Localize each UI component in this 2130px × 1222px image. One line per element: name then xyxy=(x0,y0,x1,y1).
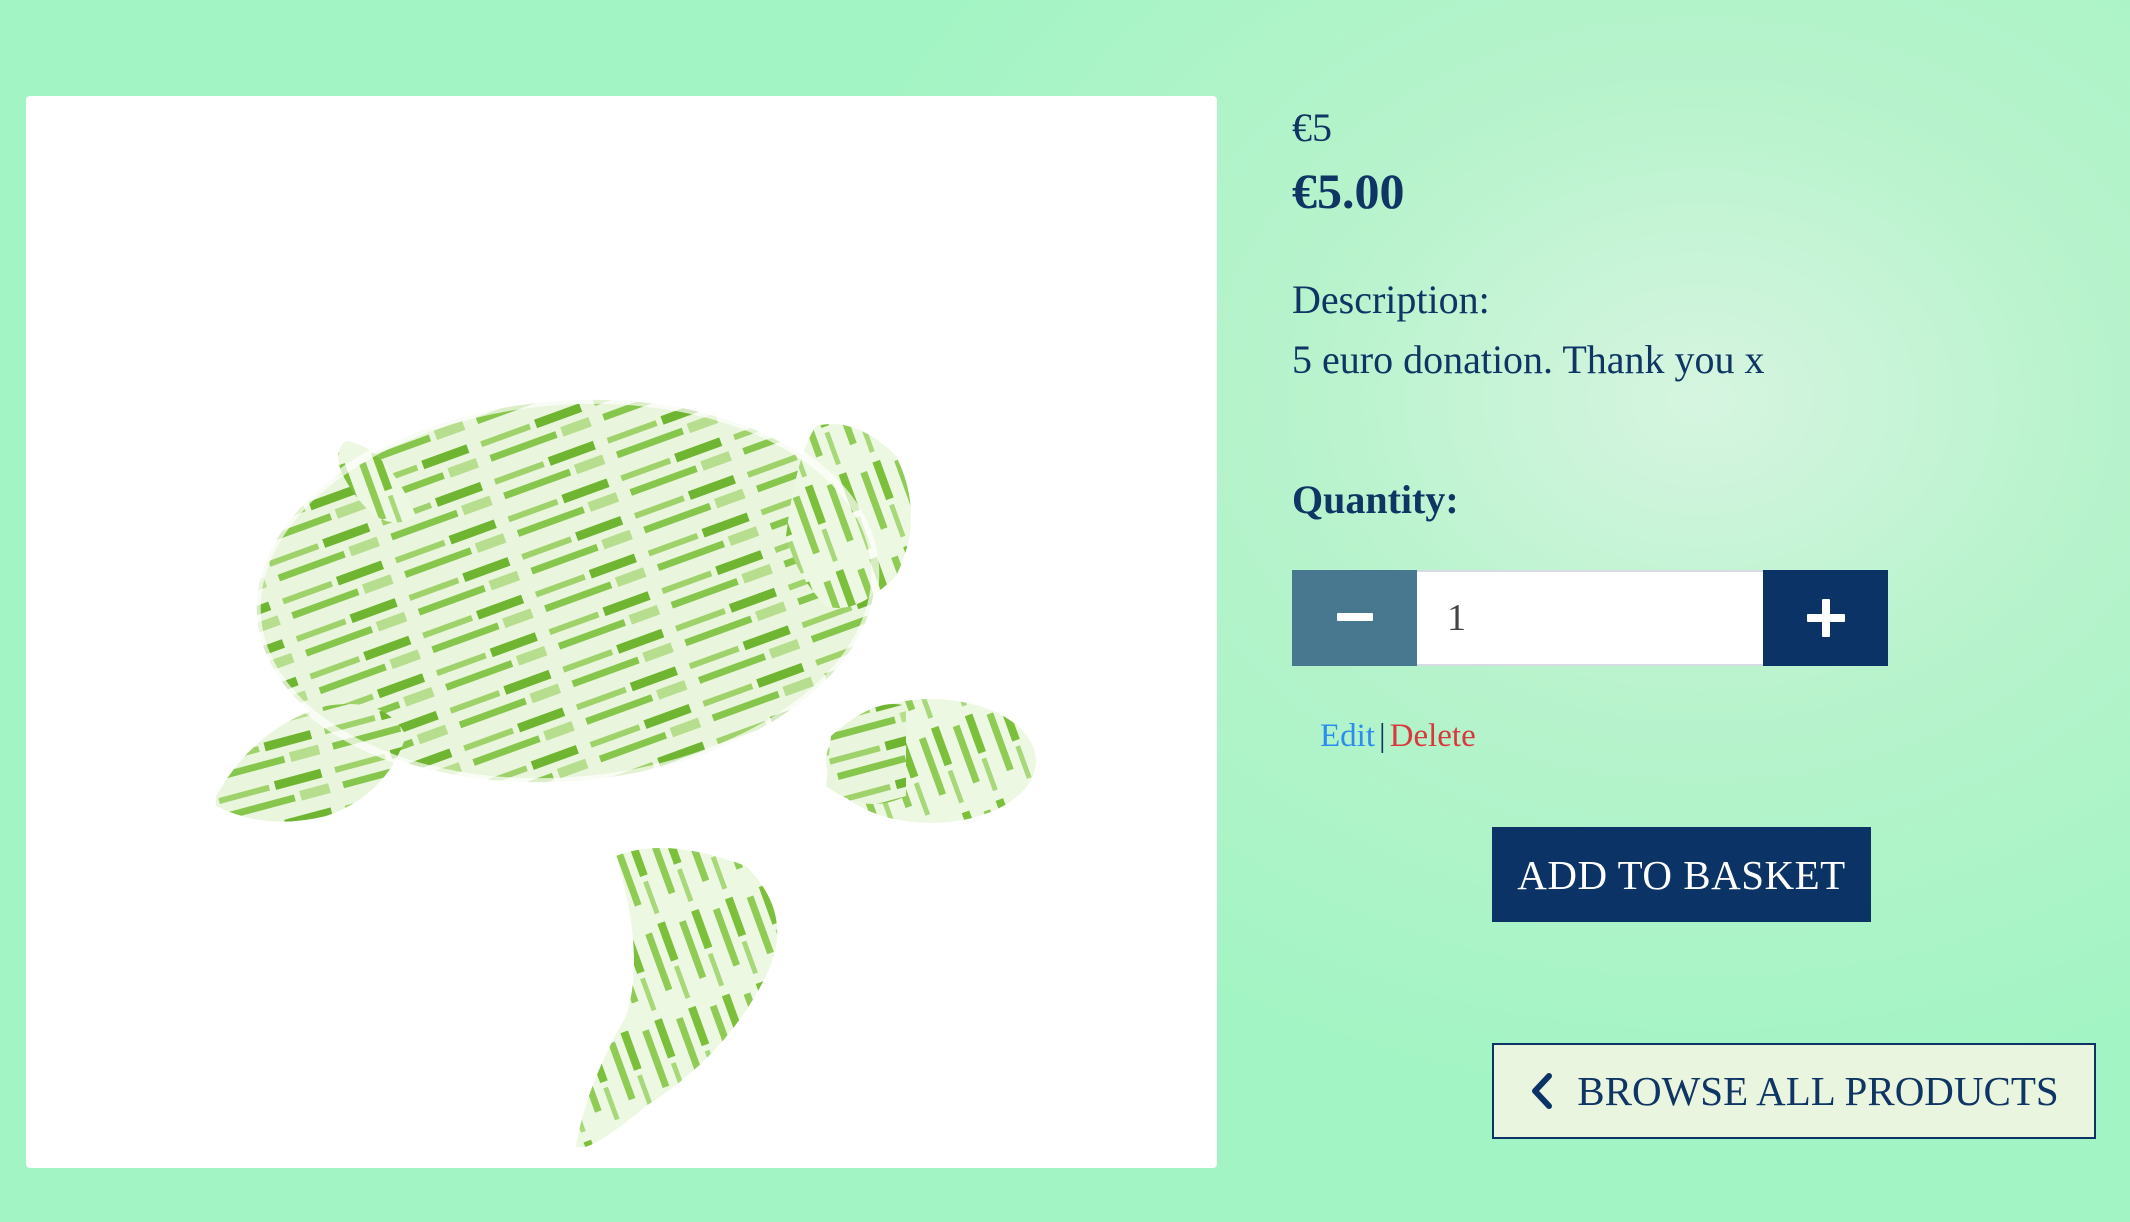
quantity-label: Quantity: xyxy=(1292,477,1459,522)
browse-all-products-button[interactable]: BROWSE ALL PRODUCTS xyxy=(1492,1043,2096,1139)
quantity-input[interactable] xyxy=(1417,570,1763,666)
product-image xyxy=(26,96,1217,1168)
turtle-wordcloud-image xyxy=(216,395,1036,1148)
decrement-quantity-button[interactable] xyxy=(1292,570,1417,666)
quantity-stepper xyxy=(1292,570,1888,666)
chevron-left-icon xyxy=(1532,1073,1553,1109)
link-separator: | xyxy=(1379,718,1386,754)
admin-links: Edit | Delete xyxy=(1320,718,1476,755)
description-label: Description: xyxy=(1292,277,1490,322)
increment-quantity-button[interactable] xyxy=(1763,570,1888,666)
description-text: 5 euro donation. Thank you x xyxy=(1292,337,1765,382)
product-price: €5.00 xyxy=(1292,163,1405,219)
add-to-basket-button[interactable]: ADD TO BASKET xyxy=(1492,827,1871,922)
browse-all-products-label: BROWSE ALL PRODUCTS xyxy=(1577,1068,2059,1114)
minus-icon xyxy=(1336,613,1373,621)
edit-link[interactable]: Edit xyxy=(1320,718,1375,754)
product-name: €5 xyxy=(1292,105,1332,150)
delete-link[interactable]: Delete xyxy=(1390,718,1476,754)
plus-icon xyxy=(1806,599,1845,637)
